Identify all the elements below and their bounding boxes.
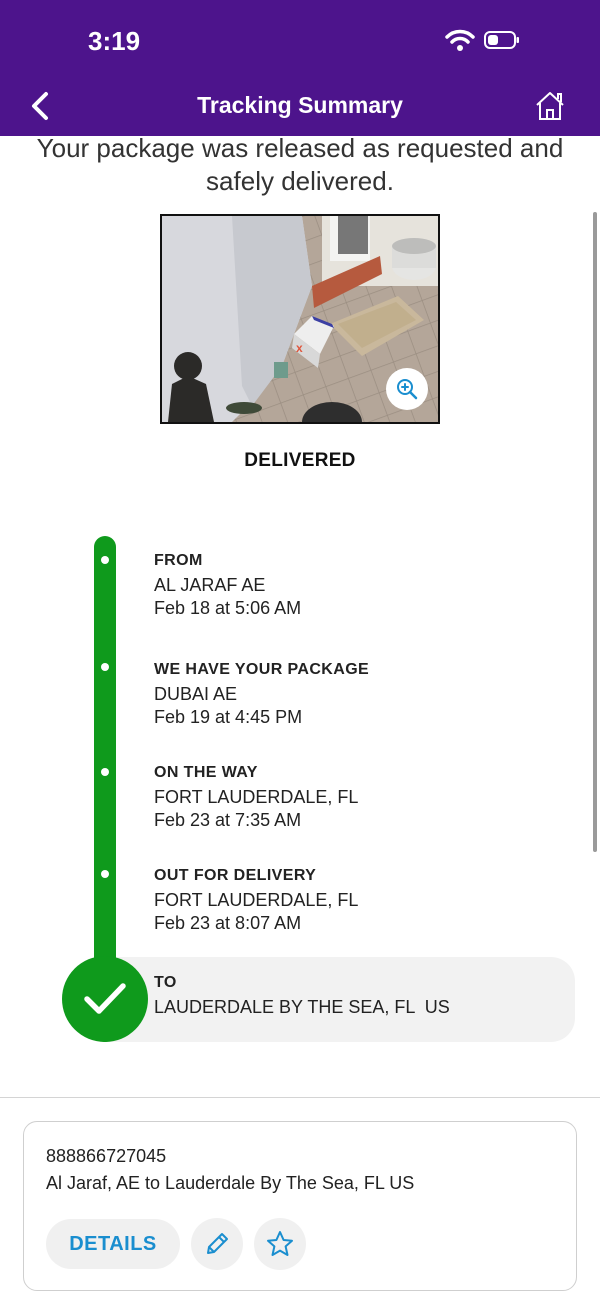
- favorite-button[interactable]: [254, 1218, 306, 1270]
- timeline-event-on-the-way: ON THE WAY FORT LAUDERDALE, FL Feb 23 at…: [154, 760, 574, 832]
- timeline-dot: [101, 663, 109, 671]
- event-location: AL JARAF AE: [154, 575, 266, 595]
- zoom-in-icon: [397, 379, 418, 400]
- event-title: TO: [154, 974, 177, 991]
- delivery-message-line1: Your package was released as requested a…: [36, 133, 564, 163]
- timeline-event-to: TO LAUDERDALE BY THE SEA, FL US: [154, 970, 574, 1019]
- page-title: Tracking Summary: [197, 92, 403, 118]
- shipment-route: Al Jaraf, AE to Lauderdale By The Sea, F…: [46, 1173, 415, 1193]
- delivery-status-label: DELIVERED: [244, 450, 356, 471]
- home-button[interactable]: [528, 84, 572, 128]
- timeline-dot: [101, 768, 109, 776]
- event-time: Feb 19 at 4:45 PM: [154, 707, 303, 727]
- status-time: 3:19: [88, 26, 141, 56]
- details-button[interactable]: DETAILS: [46, 1219, 180, 1269]
- timeline-dot: [101, 556, 109, 564]
- scrollbar[interactable]: [593, 212, 597, 852]
- event-title: OUT FOR DELIVERY: [154, 867, 317, 884]
- proof-of-delivery-photo[interactable]: x: [160, 214, 440, 424]
- tracking-number: 888866727045: [46, 1146, 167, 1166]
- section-divider: [0, 1097, 600, 1098]
- event-title: FROM: [154, 552, 203, 569]
- pencil-icon: [207, 1233, 228, 1254]
- edit-button[interactable]: [191, 1218, 243, 1270]
- delivery-message: Your package was released as requested a…: [20, 132, 580, 198]
- event-time: Feb 23 at 7:35 AM: [154, 810, 302, 830]
- battery-icon: [484, 31, 519, 49]
- timeline-dot: [101, 870, 109, 878]
- top-header: 3:19 Tracking Summary: [0, 0, 600, 136]
- star-icon: [267, 1231, 293, 1256]
- event-location: FORT LAUDERDALE, FL: [154, 787, 359, 807]
- event-location: FORT LAUDERDALE, FL: [154, 890, 359, 910]
- home-icon: [536, 92, 564, 120]
- delivery-message-line2: safely delivered.: [206, 166, 394, 196]
- event-location: LAUDERDALE BY THE SEA, FL US: [154, 997, 450, 1017]
- event-time: Feb 18 at 5:06 AM: [154, 598, 302, 618]
- delivered-check-badge: [62, 956, 148, 1042]
- event-location: DUBAI AE: [154, 684, 238, 704]
- timeline-event-from: FROM AL JARAF AE Feb 18 at 5:06 AM: [154, 548, 574, 620]
- event-title: ON THE WAY: [154, 764, 258, 781]
- event-time: Feb 23 at 8:07 AM: [154, 913, 302, 933]
- svg-text:x: x: [296, 341, 303, 355]
- wifi-icon: [445, 29, 475, 51]
- shipment-card: 888866727045 Al Jaraf, AE to Lauderdale …: [23, 1121, 577, 1291]
- zoom-photo-button[interactable]: [386, 368, 428, 410]
- event-title: WE HAVE YOUR PACKAGE: [154, 661, 370, 678]
- checkmark-icon: [84, 983, 126, 1014]
- timeline-event-out-for-delivery: OUT FOR DELIVERY FORT LAUDERDALE, FL Feb…: [154, 863, 574, 935]
- timeline-event-picked-up: WE HAVE YOUR PACKAGE DUBAI AE Feb 19 at …: [154, 657, 574, 729]
